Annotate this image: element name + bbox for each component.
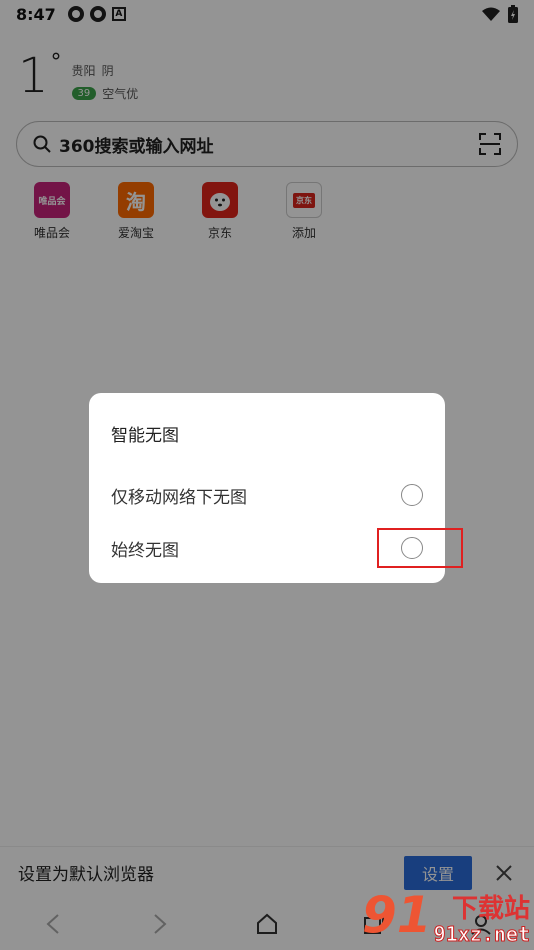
watermark-url: 91xz.net xyxy=(433,922,530,947)
radio-button[interactable] xyxy=(401,484,423,506)
site-watermark: 91 下载站 91xz.net xyxy=(362,888,534,950)
dialog-title: 智能无图 xyxy=(111,426,179,446)
highlight-box xyxy=(377,528,463,568)
option-label: 仅移动网络下无图 xyxy=(111,487,247,508)
watermark-logo: 91 xyxy=(362,886,432,944)
option-label: 始终无图 xyxy=(111,540,179,561)
option-mobile-only[interactable]: 仅移动网络下无图 xyxy=(89,469,445,521)
watermark-title: 下载站 xyxy=(451,894,530,924)
